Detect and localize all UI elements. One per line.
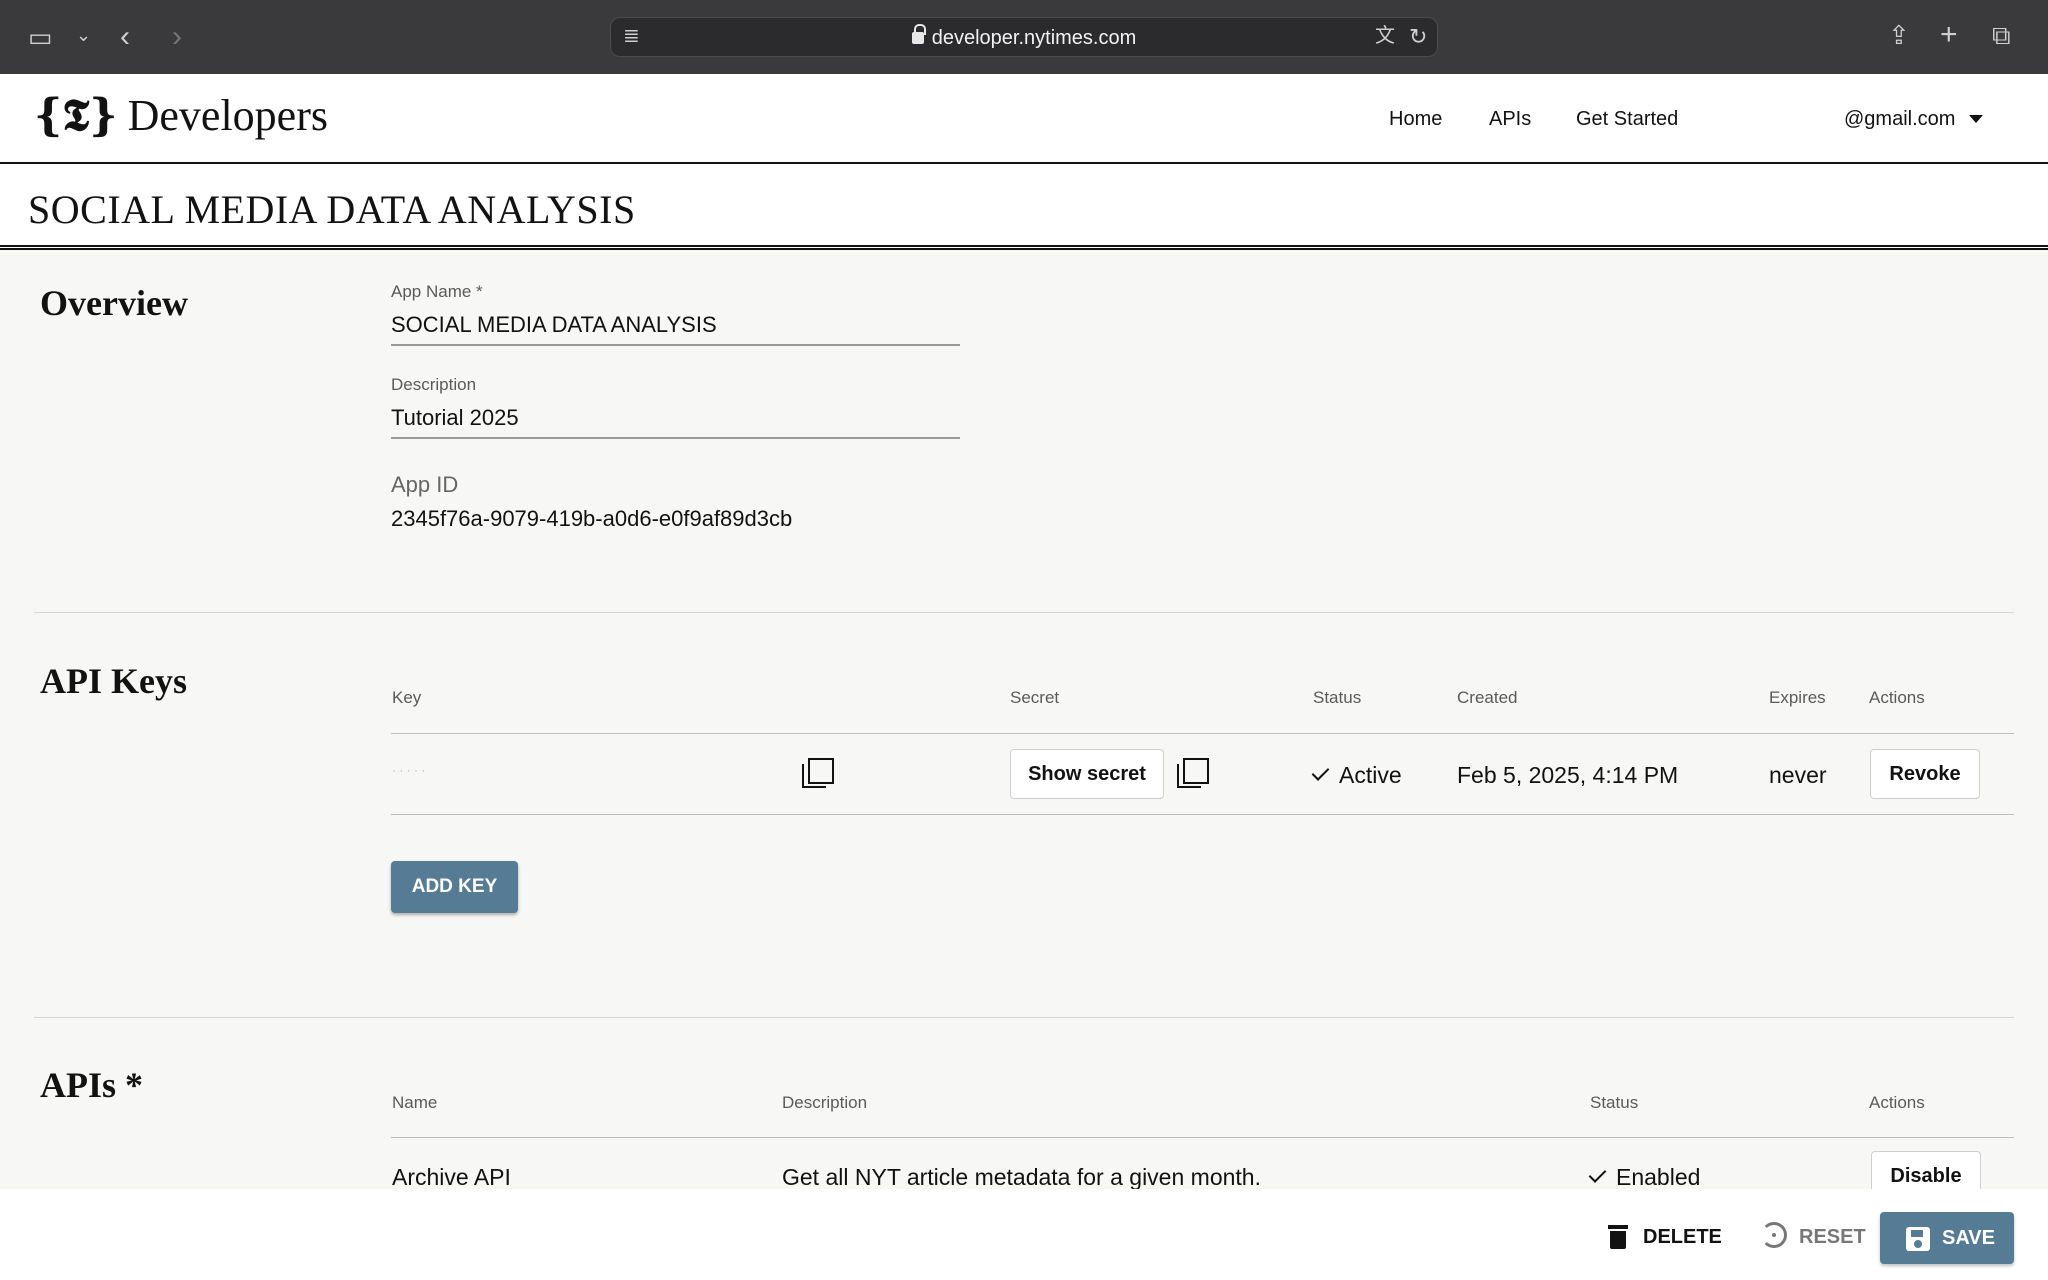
copy-secret-icon[interactable] <box>1177 758 1209 788</box>
col-expires: Expires <box>1769 688 1826 707</box>
bottom-action-bar: DELETE RESET <box>0 1189 2048 1280</box>
apis-heading: APIs * <box>40 1065 144 1105</box>
api-keys-heading: API Keys <box>40 661 187 701</box>
description-label: Description <box>391 375 477 394</box>
copy-key-icon[interactable] <box>802 758 834 788</box>
page-title-bar: SOCIAL MEDIA DATA ANALYSIS <box>0 164 2048 250</box>
sidebar-icon[interactable]: ▭ <box>28 24 53 50</box>
app-id-value: 2345f76a-9079-419b-a0d6-e0f9af89d3cb <box>391 506 793 531</box>
nyt-developers-logo[interactable]: {𝕿} Developers <box>34 94 328 138</box>
col-api-actions: Actions <box>1869 1093 1925 1112</box>
reset-icon <box>1761 1222 1787 1248</box>
key-status-text: Active <box>1339 762 1402 788</box>
save-icon <box>1906 1227 1930 1251</box>
check-icon <box>1588 1165 1607 1183</box>
col-created: Created <box>1457 688 1518 707</box>
table-header-line <box>391 1137 2014 1138</box>
section-divider <box>34 612 2014 613</box>
app-id-label: App ID <box>391 472 459 497</box>
trash-icon <box>1608 1225 1628 1249</box>
delete-button[interactable]: DELETE <box>1608 1213 1722 1257</box>
back-icon[interactable]: ‹ <box>120 22 130 52</box>
description-underline <box>391 437 960 439</box>
table-header-line <box>391 733 2014 734</box>
page-title: SOCIAL MEDIA DATA ANALYSIS <box>28 187 636 232</box>
api-name: Archive API <box>392 1164 511 1190</box>
reset-label: RESET <box>1799 1226 1866 1248</box>
add-key-button[interactable]: ADD KEY <box>391 861 518 913</box>
logo-text: Developers <box>127 91 328 140</box>
col-description: Description <box>782 1093 868 1112</box>
nav-apis[interactable]: APIs <box>1489 108 1531 131</box>
account-email: @gmail.com <box>1844 108 1956 130</box>
url-text: developer.nytimes.com <box>611 24 1437 50</box>
revoke-button[interactable]: Revoke <box>1870 749 1980 799</box>
col-name: Name <box>392 1093 438 1112</box>
key-status: Active <box>1311 762 1402 789</box>
nav-get-started[interactable]: Get Started <box>1576 108 1678 131</box>
account-menu[interactable]: @gmail.com <box>1844 108 1984 131</box>
col-actions: Actions <box>1869 688 1925 707</box>
description-input[interactable]: Tutorial 2025 <box>391 405 519 431</box>
reset-button[interactable]: RESET <box>1759 1213 1866 1257</box>
col-api-status: Status <box>1590 1093 1639 1112</box>
col-secret: Secret <box>1010 688 1060 707</box>
api-status: Enabled <box>1588 1164 1701 1191</box>
app-name-input[interactable]: SOCIAL MEDIA DATA ANALYSIS <box>391 312 717 338</box>
check-icon <box>1311 763 1330 781</box>
site-header: {𝕿} Developers Home APIs Get Started @gm… <box>0 74 2048 164</box>
nyt-logo-mark: {𝕿} <box>34 90 118 141</box>
tabs-icon[interactable]: ⧉ <box>1992 22 2011 48</box>
app-name-underline <box>391 344 960 346</box>
address-bar[interactable]: ≣ developer.nytimes.com 文 ↻ <box>610 17 1438 57</box>
api-description: Get all NYT article metadata for a given… <box>782 1164 1261 1190</box>
table-row-line <box>391 814 2014 815</box>
forward-icon[interactable]: › <box>172 22 182 52</box>
new-tab-icon[interactable]: + <box>1940 20 1958 50</box>
col-key: Key <box>392 688 422 707</box>
caret-down-icon <box>1969 115 1984 123</box>
key-created: Feb 5, 2025, 4:14 PM <box>1457 762 1679 788</box>
app-name-label: App Name * <box>391 282 483 301</box>
section-divider <box>34 1017 2014 1018</box>
api-status-text: Enabled <box>1616 1164 1701 1190</box>
key-expires: never <box>1769 762 1827 788</box>
translate-icon[interactable]: 文 <box>1375 26 1395 46</box>
nav-home[interactable]: Home <box>1389 108 1442 131</box>
overview-heading: Overview <box>40 283 188 323</box>
show-secret-button[interactable]: Show secret <box>1010 749 1164 799</box>
browser-toolbar: ▭ ⌄ ‹ › ≣ developer.nytimes.com 文 ↻ ⇪ + … <box>0 0 2048 74</box>
share-icon[interactable]: ⇪ <box>1888 22 1910 48</box>
reload-icon[interactable]: ↻ <box>1409 26 1427 48</box>
col-status: Status <box>1313 688 1362 707</box>
delete-label: DELETE <box>1643 1226 1722 1248</box>
save-button[interactable]: SAVE <box>1880 1212 2014 1264</box>
api-key-value: · · · · · <box>392 763 426 777</box>
chevron-down-icon[interactable]: ⌄ <box>76 26 91 44</box>
lock-icon <box>911 24 926 44</box>
save-label: SAVE <box>1942 1227 1995 1249</box>
